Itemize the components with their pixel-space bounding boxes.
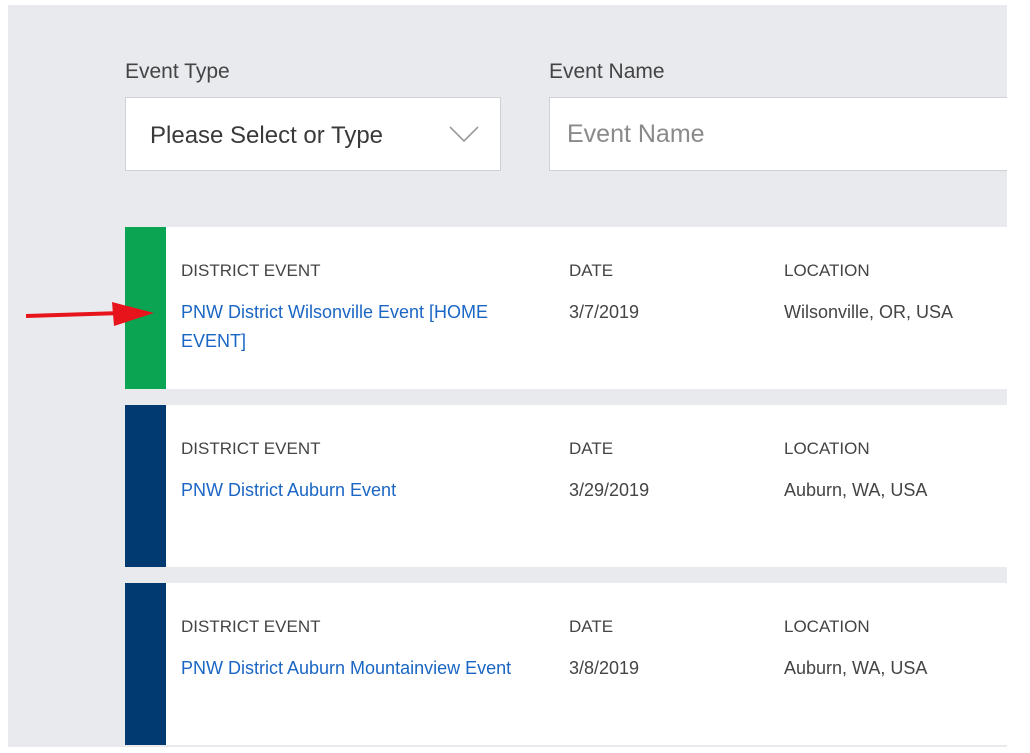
event-location: Auburn, WA, USA <box>784 658 928 678</box>
date-header: DATE <box>569 261 614 280</box>
location-header: LOCATION <box>784 261 870 280</box>
event-type-label: Event Type <box>125 60 230 83</box>
event-type-text: DISTRICT EVENT <box>181 261 321 280</box>
event-status-stripe <box>125 583 166 745</box>
event-type-text: DISTRICT EVENT <box>181 439 321 458</box>
date-header: DATE <box>569 439 614 458</box>
event-type-text: DISTRICT EVENT <box>181 617 321 636</box>
event-search-panel: Event Type Event Name Please Select or T… <box>8 5 1007 747</box>
event-type-selected-value: Please Select or Type <box>150 122 384 149</box>
event-name-label: Event Name <box>549 60 665 83</box>
event-date: 3/29/2019 <box>569 480 650 500</box>
event-name-input[interactable] <box>549 97 1007 171</box>
event-card: DISTRICT EVENT PNW District Auburn Event… <box>125 405 1007 567</box>
location-header: LOCATION <box>784 439 870 458</box>
event-location: Auburn, WA, USA <box>784 480 928 500</box>
event-name-link[interactable]: PNW District Auburn Event <box>181 476 541 505</box>
event-date: 3/7/2019 <box>569 302 640 322</box>
location-header: LOCATION <box>784 617 870 636</box>
chevron-down-icon <box>449 126 479 143</box>
event-date: 3/8/2019 <box>569 658 640 678</box>
event-card: DISTRICT EVENT PNW District Auburn Mount… <box>125 583 1007 745</box>
event-status-stripe <box>125 227 166 389</box>
event-name-link[interactable]: PNW District Auburn Mountainview Event <box>181 654 541 683</box>
event-status-stripe <box>125 405 166 567</box>
event-name-link[interactable]: PNW District Wilsonville Event [HOME EVE… <box>181 298 541 356</box>
event-type-select[interactable]: Please Select or Type <box>125 97 501 171</box>
event-location: Wilsonville, OR, USA <box>784 302 954 322</box>
date-header: DATE <box>569 617 614 636</box>
event-card: DISTRICT EVENT PNW District Wilsonville … <box>125 227 1007 389</box>
